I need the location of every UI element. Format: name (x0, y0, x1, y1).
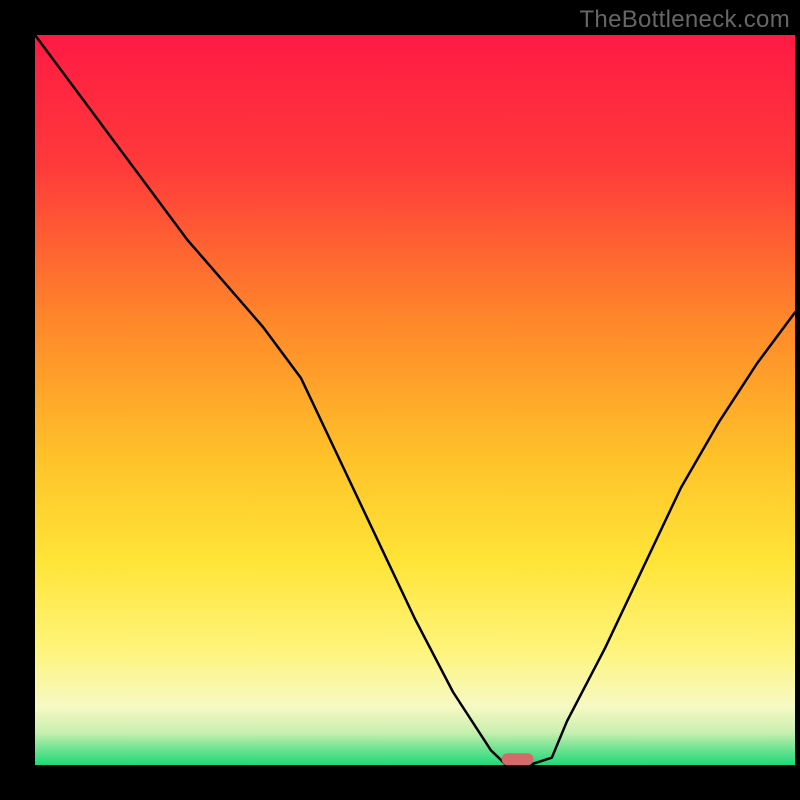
bottleneck-chart (0, 0, 800, 800)
watermark-text: TheBottleneck.com (579, 6, 790, 34)
chart-background-gradient (35, 35, 795, 765)
chart-frame: TheBottleneck.com (0, 0, 800, 800)
optimal-marker (502, 753, 534, 765)
